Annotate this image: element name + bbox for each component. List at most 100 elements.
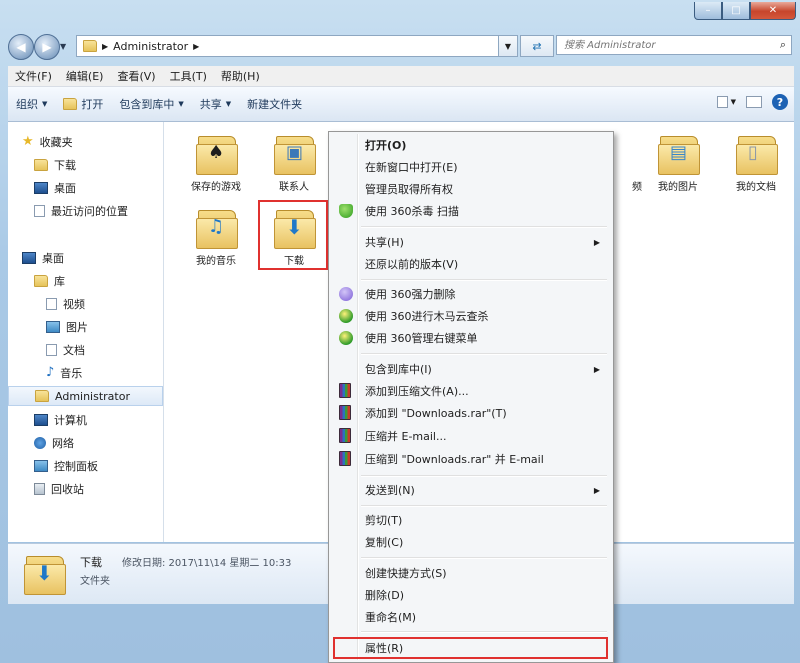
menu-compress-rar-email[interactable]: 压缩到 "Downloads.rar" 并 E-mail xyxy=(332,449,608,469)
nav-library[interactable]: 库 xyxy=(34,271,65,291)
video-icon xyxy=(46,298,57,310)
breadcrumb-chevron-icon: ▶ xyxy=(102,41,109,51)
nav-lib-documents[interactable]: 文档 xyxy=(46,340,85,360)
view-options-button[interactable]: ▼ xyxy=(716,96,736,108)
folder-contacts[interactable]: ▣ 联系人 xyxy=(254,130,334,193)
folder-my-music[interactable]: ♫ 我的音乐 xyxy=(176,204,256,267)
menu-help[interactable]: 帮助(H) xyxy=(214,68,267,84)
open-button[interactable]: 打开 xyxy=(55,96,111,112)
dropdown-caret-icon: ▼ xyxy=(178,100,184,108)
folder-label: 保存的游戏 xyxy=(191,182,241,193)
command-bar: 组织 ▼ 打开 包含到库中 ▼ 共享 ▼ 新建文件夹 ▼ ? xyxy=(8,87,794,122)
nav-recycle-bin[interactable]: 回收站 xyxy=(34,479,84,499)
folder-icon xyxy=(83,40,97,52)
menu-360-manage[interactable]: 使用 360管理右键菜单 xyxy=(332,328,608,348)
menu-separator xyxy=(361,631,607,633)
address-history-dropdown[interactable]: ▼ xyxy=(498,35,518,57)
downloads-highlight-box xyxy=(258,200,328,270)
menu-360-cloud-scan[interactable]: 使用 360进行木马云查杀 xyxy=(332,306,608,326)
360-delete-icon xyxy=(339,287,353,301)
nav-network[interactable]: 网络 xyxy=(34,433,74,453)
folder-label: 我的图片 xyxy=(658,182,698,193)
nav-fav-downloads[interactable]: 下载 xyxy=(34,155,76,175)
menu-edit[interactable]: 编辑(E) xyxy=(59,68,111,84)
picture-icon xyxy=(46,321,60,333)
folder-saved-games[interactable]: ♠ 保存的游戏 xyxy=(176,130,256,193)
menu-add-archive[interactable]: 添加到压缩文件(A)... xyxy=(332,381,608,401)
forward-button[interactable]: ▶ xyxy=(34,34,60,60)
search-input[interactable] xyxy=(562,38,766,52)
folder-my-pictures[interactable]: ▤ 我的图片 xyxy=(638,130,718,193)
menu-copy[interactable]: 复制(C) xyxy=(332,532,608,552)
menu-delete[interactable]: 删除(D) xyxy=(332,585,608,605)
menu-send-to[interactable]: 发送到(N) ▶ xyxy=(332,480,608,500)
menu-separator xyxy=(361,475,607,477)
menu-tools[interactable]: 工具(T) xyxy=(163,68,214,84)
folder-label: 我的音乐 xyxy=(196,256,236,267)
context-menu: 打开(O) 在新窗口中打开(E) 管理员取得所有权 使用 360杀毒 扫描 共享… xyxy=(328,131,614,663)
menu-360-force-delete[interactable]: 使用 360强力删除 xyxy=(332,284,608,304)
nav-administrator[interactable]: Administrator xyxy=(8,386,163,406)
menu-file[interactable]: 文件(F) xyxy=(8,68,59,84)
nav-label: 文档 xyxy=(63,344,85,357)
menu-compress-email[interactable]: 压缩并 E-mail... xyxy=(332,426,608,446)
winrar-icon xyxy=(339,405,351,420)
back-button[interactable]: ◀ xyxy=(8,34,34,60)
menu-take-ownership[interactable]: 管理员取得所有权 xyxy=(332,179,608,199)
new-folder-label: 新建文件夹 xyxy=(247,98,303,111)
folder-label: 联系人 xyxy=(279,182,309,193)
menu-include-library[interactable]: 包含到库中(I) ▶ xyxy=(332,359,608,379)
nav-fav-recent[interactable]: 最近访问的位置 xyxy=(34,201,128,221)
menu-add-rar[interactable]: 添加到 "Downloads.rar"(T) xyxy=(332,403,608,423)
menu-open[interactable]: 打开(O) xyxy=(332,135,608,155)
menu-360-scan[interactable]: 使用 360杀毒 扫描 xyxy=(332,201,608,221)
nav-desktop[interactable]: 桌面 xyxy=(22,248,64,268)
nav-control-panel[interactable]: 控制面板 xyxy=(34,456,98,476)
nav-label: 桌面 xyxy=(42,252,64,265)
folder-my-documents[interactable]: ▯ 我的文档 xyxy=(716,130,796,193)
address-bar[interactable]: ▶ Administrator ▶ xyxy=(76,35,518,57)
360-manage-icon xyxy=(339,331,353,345)
menu-share[interactable]: 共享(H) ▶ xyxy=(332,232,608,252)
refresh-button[interactable]: ⇄ xyxy=(520,35,554,57)
include-library-button[interactable]: 包含到库中 ▼ xyxy=(111,96,191,112)
desktop-icon xyxy=(34,182,48,194)
menu-cut[interactable]: 剪切(T) xyxy=(332,510,608,530)
menu-open-new-window[interactable]: 在新窗口中打开(E) xyxy=(332,157,608,177)
menu-restore-versions[interactable]: 还原以前的版本(V) xyxy=(332,254,608,274)
organize-button[interactable]: 组织 ▼ xyxy=(8,96,55,112)
minimize-button[interactable]: – xyxy=(694,2,722,20)
dropdown-caret-icon: ▼ xyxy=(730,98,736,106)
recycle-bin-icon xyxy=(34,483,45,495)
explorer-window: – □ ✕ ◀ ▶ ▼ ▶ Administrator ▶ ▼ ⇄ ⌕ 文件(F… xyxy=(0,0,800,663)
nav-lib-pictures[interactable]: 图片 xyxy=(46,317,88,337)
recent-places-icon xyxy=(34,205,45,217)
nav-fav-desktop[interactable]: 桌面 xyxy=(34,178,76,198)
view-icon xyxy=(716,96,728,108)
menu-create-shortcut[interactable]: 创建快捷方式(S) xyxy=(332,563,608,583)
nav-label: 回收站 xyxy=(51,483,84,496)
menu-rename[interactable]: 重命名(M) xyxy=(332,607,608,627)
open-folder-icon xyxy=(63,98,78,110)
new-folder-button[interactable]: 新建文件夹 xyxy=(239,96,310,112)
preview-pane-icon[interactable] xyxy=(746,96,762,108)
share-label: 共享 xyxy=(199,98,222,111)
nav-computer[interactable]: 计算机 xyxy=(34,410,87,430)
selected-folder-icon: ⬇ xyxy=(22,550,66,595)
search-box[interactable]: ⌕ xyxy=(556,35,792,55)
breadcrumb-administrator[interactable]: Administrator xyxy=(113,40,188,53)
winrar-icon xyxy=(339,383,351,398)
menu-view[interactable]: 查看(V) xyxy=(110,68,162,84)
maximize-button[interactable]: □ xyxy=(722,2,750,20)
contacts-folder-icon: ▣ xyxy=(272,130,316,175)
recent-pages-dropdown[interactable]: ▼ xyxy=(60,42,66,51)
help-icon[interactable]: ? xyxy=(772,94,788,110)
nav-lib-music[interactable]: ♪ 音乐 xyxy=(46,363,82,383)
nav-label: 收藏夹 xyxy=(39,136,73,149)
forward-arrow-icon: ▶ xyxy=(42,40,52,54)
close-button[interactable]: ✕ xyxy=(750,2,796,20)
nav-lib-videos[interactable]: 视频 xyxy=(46,294,85,314)
nav-favorites[interactable]: ★ 收藏夹 xyxy=(22,132,73,152)
share-button[interactable]: 共享 ▼ xyxy=(192,96,239,112)
submenu-arrow-icon: ▶ xyxy=(593,485,600,495)
